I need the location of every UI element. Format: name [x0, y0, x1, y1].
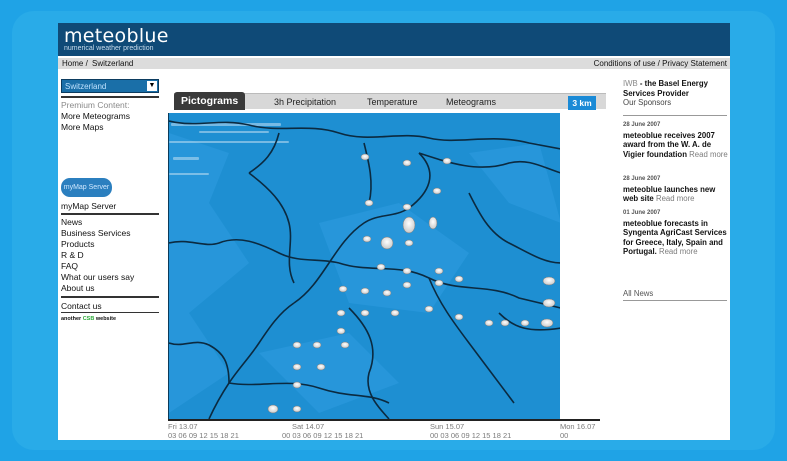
divider: [61, 96, 159, 98]
tab-meteograms[interactable]: Meteograms: [446, 97, 496, 107]
divider: [61, 296, 159, 298]
nav-news[interactable]: News: [61, 217, 82, 227]
divider: [623, 115, 727, 116]
day-sun: Sun 15.07: [430, 422, 465, 431]
hours-mon[interactable]: 00: [560, 431, 568, 440]
mymap-server-link[interactable]: myMap Server: [61, 201, 116, 211]
tab-3h-precipitation[interactable]: 3h Precipitation: [274, 97, 336, 107]
news-date: 28 June 2007: [623, 176, 661, 182]
map-tabs: Pictograms 3h Precipitation Temperature …: [174, 92, 606, 110]
divider: [61, 312, 159, 313]
more-maps-link[interactable]: More Maps: [61, 122, 104, 132]
hours-sat[interactable]: 00 03 06 09 12 15 18 21: [282, 431, 363, 440]
mymap-server-button[interactable]: myMap Server: [61, 178, 112, 197]
divider: [61, 213, 159, 215]
day-sat: Sat 14.07: [292, 422, 325, 431]
our-sponsors-link[interactable]: Our Sponsors: [623, 98, 671, 107]
sponsor-block: IWB - the Basel Energy Services Provider…: [623, 79, 729, 108]
day-fri: Fri 13.07: [168, 422, 198, 431]
news-item: 28 June 2007 meteoblue launches new web …: [623, 175, 729, 204]
more-meteograms-link[interactable]: More Meteograms: [61, 111, 130, 121]
contact-us-link[interactable]: Contact us: [61, 301, 102, 311]
hours-sun[interactable]: 00 03 06 09 12 15 18 21: [430, 431, 511, 440]
legal-link[interactable]: Conditions of use / Privacy Statement: [594, 59, 727, 68]
resolution-badge[interactable]: 3 km: [568, 96, 596, 110]
another-website-note[interactable]: another CSB website: [61, 316, 116, 322]
read-more-link[interactable]: Read more: [659, 247, 698, 256]
nav-what-users-say[interactable]: What our users say: [61, 272, 134, 282]
web-page: meteoblue numerical weather prediction H…: [58, 23, 730, 440]
read-more-link[interactable]: Read more: [656, 194, 695, 203]
map-svg: [169, 113, 560, 419]
news-date: 28 June 2007: [623, 122, 661, 128]
tab-pictograms[interactable]: Pictograms: [174, 92, 246, 110]
breadcrumb: Home / Switzerland: [62, 59, 135, 68]
breadcrumb-bar: Home / Switzerland Conditions of use / P…: [58, 58, 730, 69]
sponsor-iwb[interactable]: IWB: [623, 79, 638, 88]
premium-label: Premium Content:: [61, 100, 130, 110]
all-news-link[interactable]: All News: [623, 289, 653, 299]
breadcrumb-current[interactable]: Switzerland: [92, 59, 133, 68]
breadcrumb-home[interactable]: Home /: [62, 59, 88, 68]
nav-products[interactable]: Products: [61, 239, 95, 249]
read-more-link[interactable]: Read more: [689, 150, 728, 159]
nav-about-us[interactable]: About us: [61, 283, 95, 293]
chevron-down-icon[interactable]: ▼: [147, 81, 157, 91]
region-select-value: Switzerland: [65, 82, 107, 91]
news-item: 01 June 2007 meteoblue forecasts in Syng…: [623, 209, 729, 257]
weather-map[interactable]: [168, 113, 560, 419]
nav-r-and-d[interactable]: R & D: [61, 250, 84, 260]
another-suffix: website: [95, 316, 117, 322]
news-date: 01 June 2007: [623, 210, 661, 216]
time-axis[interactable]: Fri 13.07 Sat 14.07 Sun 15.07 Mon 16.07 …: [168, 419, 600, 440]
site-tagline: numerical weather prediction: [64, 45, 154, 52]
news-item: 28 June 2007 meteoblue receives 2007 awa…: [623, 121, 729, 159]
day-mon: Mon 16.07: [560, 422, 596, 431]
nav-business-services[interactable]: Business Services: [61, 228, 130, 238]
csb-brand: CSB: [82, 316, 95, 322]
site-logo[interactable]: meteoblue: [64, 25, 169, 47]
nav-faq[interactable]: FAQ: [61, 261, 78, 271]
hours-fri[interactable]: 03 06 09 12 15 18 21: [168, 431, 239, 440]
another-prefix: another: [61, 316, 82, 322]
region-select[interactable]: Switzerland ▼: [61, 79, 159, 93]
time-axis-line: [168, 419, 600, 421]
divider: [623, 300, 727, 301]
site-header: meteoblue numerical weather prediction: [58, 23, 730, 56]
tab-temperature[interactable]: Temperature: [367, 97, 418, 107]
